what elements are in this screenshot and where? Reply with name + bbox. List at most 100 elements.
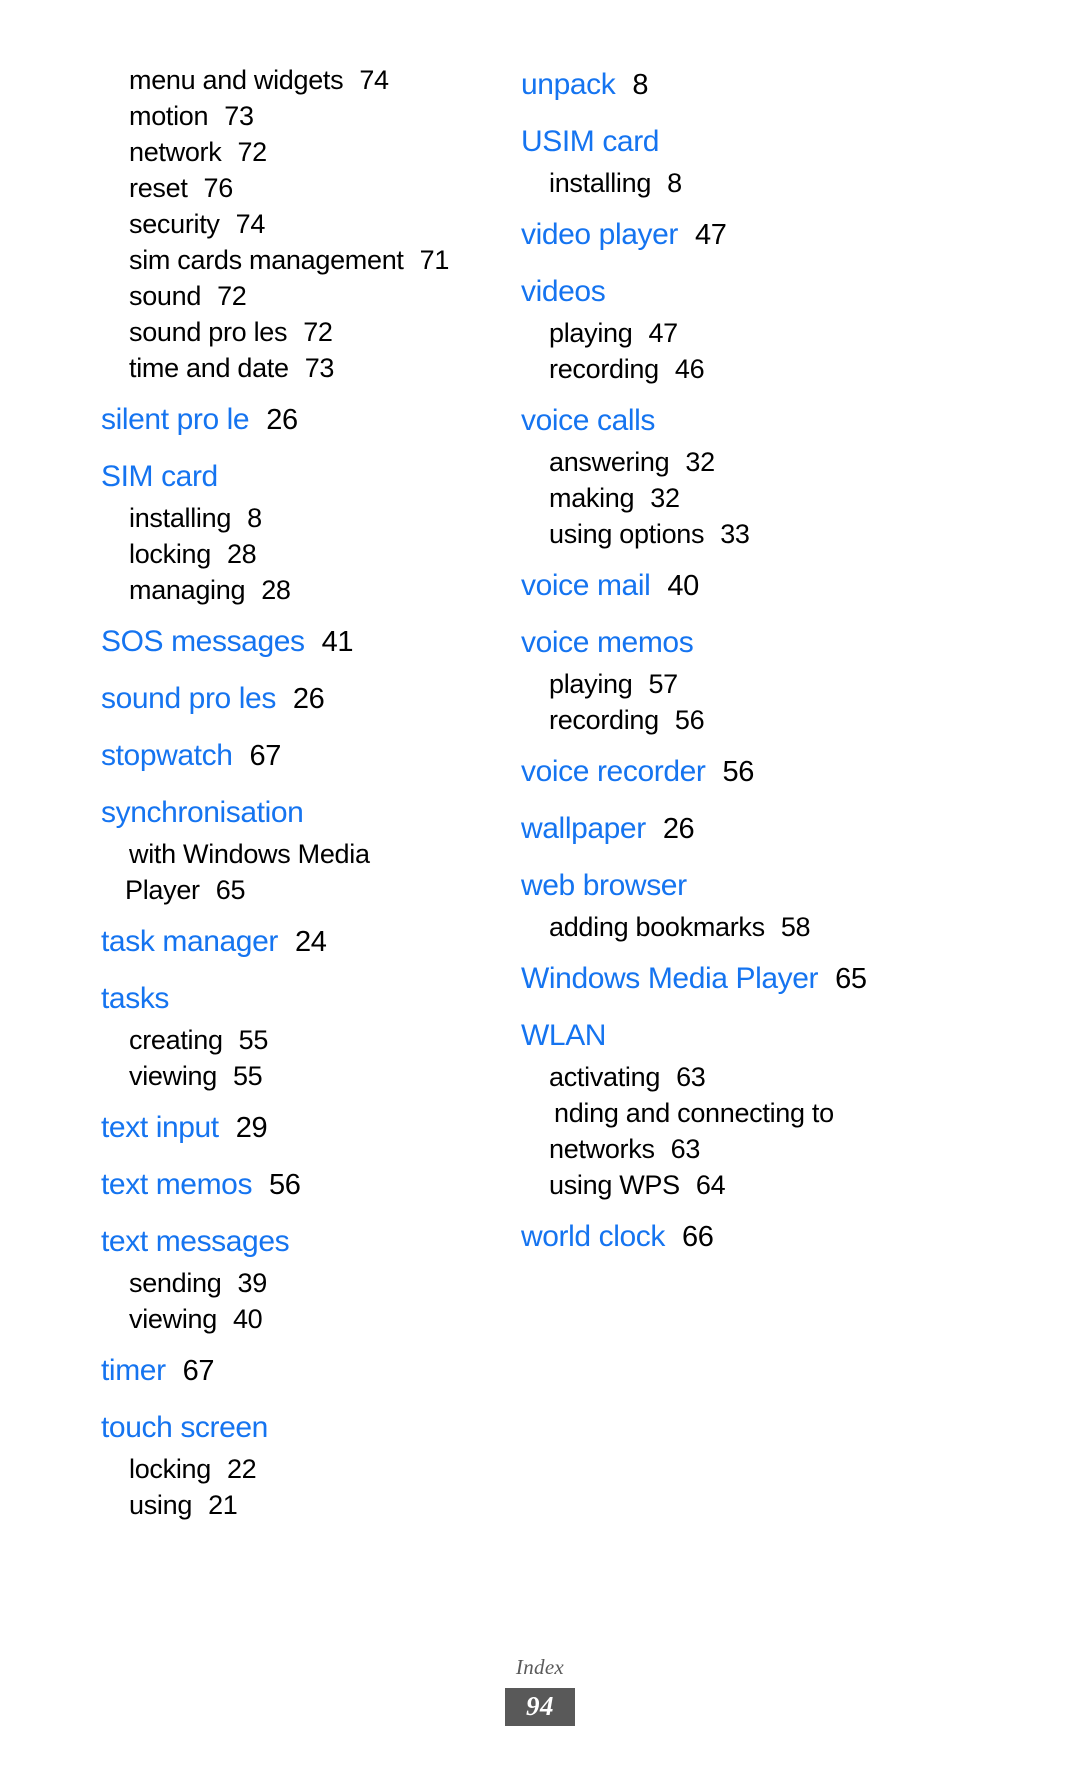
index-entry-page-number: 72 bbox=[217, 281, 247, 311]
index-entry-heading[interactable]: text messages bbox=[101, 1219, 500, 1265]
index-entry-page-number: 33 bbox=[720, 519, 750, 549]
index-entry-heading[interactable]: voice mail 40 bbox=[521, 563, 1080, 609]
index-entry-page-number: 46 bbox=[674, 354, 705, 384]
index-entry-subitem[interactable]: locking 28 bbox=[101, 536, 500, 572]
index-entry-page-number: 55 bbox=[238, 1025, 269, 1055]
index-entry-heading[interactable]: touch screen bbox=[101, 1405, 500, 1451]
index-entry-subitem[interactable]: making 32 bbox=[521, 480, 1080, 516]
index-entry-subitem[interactable]: playing 57 bbox=[521, 666, 1080, 702]
index-entry-label: time and date bbox=[129, 353, 289, 383]
index-entry-page-number: 67 bbox=[182, 1355, 215, 1387]
index-entry-label: sim cards management bbox=[129, 245, 404, 275]
index-entry-page-number: 41 bbox=[321, 626, 354, 658]
index-entry-subitem[interactable]: recording 56 bbox=[521, 702, 1080, 738]
index-entry-label: sound pro les bbox=[101, 682, 276, 715]
index-entry-subitem[interactable]: Player 65 bbox=[101, 872, 500, 908]
index-entry-heading[interactable]: USIM card bbox=[521, 119, 1080, 165]
index-entry-page-number: 63 bbox=[676, 1062, 706, 1092]
index-entry-heading[interactable]: tasks bbox=[101, 976, 500, 1022]
index-entry-subitem[interactable]: using WPS 64 bbox=[521, 1167, 1080, 1203]
index-entry-subitem[interactable]: network 72 bbox=[101, 134, 500, 170]
index-entry-subitem[interactable]: networks 63 bbox=[521, 1131, 1080, 1167]
index-entry-heading[interactable]: Windows Media Player 65 bbox=[521, 956, 1080, 1002]
index-entry-heading[interactable]: text memos 56 bbox=[101, 1162, 500, 1208]
index-entry-page-number: 47 bbox=[648, 318, 678, 348]
index-entry-heading[interactable]: sound pro les 26 bbox=[101, 676, 500, 722]
index-entry-heading[interactable]: videos bbox=[521, 269, 1080, 315]
index-entry-subitem[interactable]: creating 55 bbox=[101, 1022, 500, 1058]
index-entry-label: with Windows Media bbox=[129, 839, 370, 869]
index-page: menu and widgets 74 motion 73 network 72 reset… bbox=[0, 0, 1080, 1771]
index-entry-heading[interactable]: stopwatch 67 bbox=[101, 733, 500, 779]
index-entry-subitem[interactable]: using 21 bbox=[101, 1487, 500, 1523]
index-entry-subitem[interactable]: using options 33 bbox=[521, 516, 1080, 552]
index-entry-heading[interactable]: synchronisation bbox=[101, 790, 500, 836]
index-entry-label: tasks bbox=[101, 982, 170, 1015]
index-entry-subitem[interactable]: motion 73 bbox=[101, 98, 500, 134]
index-entry-page-number: 24 bbox=[294, 926, 327, 958]
index-entry-heading[interactable]: wallpaper 26 bbox=[521, 806, 1080, 852]
index-entry-heading[interactable]: WLAN bbox=[521, 1013, 1080, 1059]
index-entry-label: silent pro le bbox=[101, 403, 250, 436]
index-entry-heading[interactable]: video player 47 bbox=[521, 212, 1080, 258]
index-entry-subitem[interactable]: answering 32 bbox=[521, 444, 1080, 480]
index-entry-page-number: 72 bbox=[237, 137, 267, 167]
index-entry-heading[interactable]: task manager 24 bbox=[101, 919, 500, 965]
index-entry-page-number: 56 bbox=[269, 1169, 301, 1201]
index-entry-heading[interactable]: web browser bbox=[521, 863, 1080, 909]
index-entry-heading[interactable]: world clock 66 bbox=[521, 1214, 1080, 1260]
index-entry-subitem[interactable]: nding and connecting to bbox=[521, 1095, 1080, 1131]
index-entry-label: answering bbox=[549, 447, 670, 477]
index-entry-subitem[interactable]: reset 76 bbox=[101, 170, 500, 206]
index-entry-subitem[interactable]: viewing 40 bbox=[101, 1301, 500, 1337]
index-entry-page-number: 39 bbox=[237, 1268, 267, 1298]
index-entry-subitem[interactable]: managing 28 bbox=[101, 572, 500, 608]
index-entry-subitem[interactable]: viewing 55 bbox=[101, 1058, 500, 1094]
index-entry-label: viewing bbox=[129, 1061, 217, 1091]
index-entry-subitem[interactable]: locking 22 bbox=[101, 1451, 500, 1487]
index-entry-heading[interactable]: unpack 8 bbox=[521, 62, 1080, 108]
index-entry-page-number: 21 bbox=[208, 1490, 238, 1520]
index-column-right: unpack 8 USIM card installing 8 video player 4… bbox=[500, 62, 1080, 1260]
index-entry-page-number: 58 bbox=[780, 912, 811, 942]
index-entry-heading[interactable]: voice memos bbox=[521, 620, 1080, 666]
index-entry-label: voice recorder bbox=[521, 755, 706, 788]
index-entry-heading[interactable]: silent pro le 26 bbox=[101, 397, 500, 443]
index-entry-subitem[interactable]: sending 39 bbox=[101, 1265, 500, 1301]
index-entry-page-number: 22 bbox=[226, 1454, 257, 1484]
index-entry-subitem[interactable]: sound pro les 72 bbox=[101, 314, 500, 350]
index-entry-page-number: 72 bbox=[303, 317, 333, 347]
index-entry-subitem[interactable]: activating 63 bbox=[521, 1059, 1080, 1095]
index-entry-subitem[interactable]: time and date 73 bbox=[101, 350, 500, 386]
index-entry-subitem[interactable]: recording 46 bbox=[521, 351, 1080, 387]
index-entry-heading[interactable]: SOS messages 41 bbox=[101, 619, 500, 665]
index-entry-label: motion bbox=[129, 101, 209, 131]
index-entry-subitem[interactable]: installing 8 bbox=[521, 165, 1080, 201]
index-entry-heading[interactable]: SIM card bbox=[101, 454, 500, 500]
index-entry-subitem[interactable]: adding bookmarks 58 bbox=[521, 909, 1080, 945]
index-entry-label: security bbox=[129, 209, 220, 239]
index-entry-subitem[interactable]: playing 47 bbox=[521, 315, 1080, 351]
index-entry-subitem[interactable]: menu and widgets 74 bbox=[101, 62, 500, 98]
index-entry-label: using options bbox=[549, 519, 705, 549]
index-entry-page-number: 8 bbox=[667, 168, 682, 198]
index-entry-heading[interactable]: text input 29 bbox=[101, 1105, 500, 1151]
index-entry-subitem[interactable]: with Windows Media bbox=[101, 836, 500, 872]
index-entry-page-number: 66 bbox=[681, 1221, 714, 1253]
index-entry-heading[interactable]: voice calls bbox=[521, 398, 1080, 444]
index-entry-subitem[interactable]: sound 72 bbox=[101, 278, 500, 314]
index-entry-heading[interactable]: timer 67 bbox=[101, 1348, 500, 1394]
index-entry-subitem[interactable]: security 74 bbox=[101, 206, 500, 242]
index-entry-label: recording bbox=[549, 354, 659, 384]
index-entry-label: locking bbox=[129, 539, 211, 569]
index-entry-label: stopwatch bbox=[101, 739, 233, 772]
index-entry-page-number: 64 bbox=[695, 1170, 726, 1200]
index-entry-subitem[interactable]: sim cards management 71 bbox=[101, 242, 500, 278]
index-entry-label: text input bbox=[101, 1111, 219, 1144]
index-entry-page-number: 63 bbox=[670, 1134, 701, 1164]
index-column-left: menu and widgets 74 motion 73 network 72 reset… bbox=[0, 62, 500, 1523]
index-entry-heading[interactable]: voice recorder 56 bbox=[521, 749, 1080, 795]
index-entry-page-number: 32 bbox=[650, 483, 680, 513]
index-entry-label: SIM card bbox=[101, 460, 218, 493]
index-entry-subitem[interactable]: installing 8 bbox=[101, 500, 500, 536]
